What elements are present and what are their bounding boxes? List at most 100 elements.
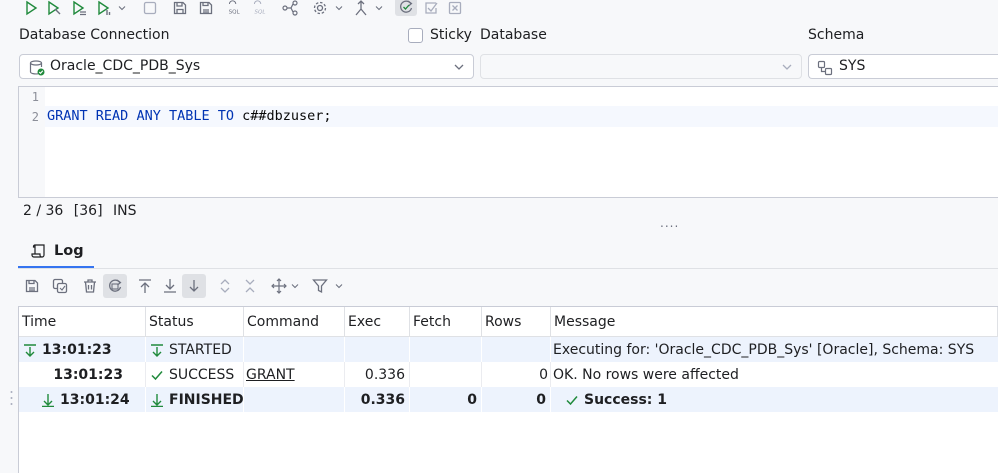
splitter-handle[interactable]: ....	[660, 216, 679, 230]
column-header-exec[interactable]: Exec	[345, 307, 410, 337]
cell-fetch	[410, 337, 482, 362]
scroll-bottom-icon[interactable]	[161, 277, 179, 295]
execute-script-icon[interactable]	[70, 0, 88, 16]
save-log-icon[interactable]	[23, 277, 41, 295]
drag-handle-icon[interactable]	[10, 390, 13, 406]
keyword-table: TABLE	[168, 108, 210, 124]
arrow-down-icon	[24, 343, 36, 357]
cell-message: OK. No rows were affected	[553, 366, 739, 383]
copy-log-icon[interactable]	[51, 277, 69, 295]
sql-code-line[interactable]: GRANT READ ANY TABLE TO c##dbzuser;	[47, 108, 332, 124]
execute-icon[interactable]	[22, 0, 40, 16]
cell-message: Success: 1	[551, 387, 998, 412]
checkmark-icon	[566, 395, 578, 405]
execute-cursor-icon[interactable]	[45, 0, 63, 16]
cell-command[interactable]: GRANT	[244, 362, 345, 387]
execute-plan-icon[interactable]	[95, 0, 113, 16]
column-header-rows[interactable]: Rows	[482, 307, 551, 337]
editor-statusbar: 2 / 36 [36] INS	[23, 203, 143, 219]
keyword-any: ANY	[136, 108, 161, 124]
cell-exec: 0.336	[345, 362, 410, 387]
cell-rows: 0	[482, 387, 551, 412]
arrow-down-icon	[151, 343, 163, 357]
tab-log-label: Log	[54, 243, 84, 259]
keyword-to: TO	[217, 108, 235, 124]
text-length: [36]	[73, 203, 103, 219]
move-icon[interactable]	[270, 277, 288, 295]
plan-icon[interactable]	[281, 0, 299, 16]
tab-divider	[18, 268, 998, 269]
line-number: 1	[31, 90, 39, 104]
column-header-fetch[interactable]: Fetch	[410, 307, 482, 337]
commit-icon[interactable]	[422, 0, 440, 16]
cell-fetch	[410, 362, 482, 387]
clear-log-icon[interactable]	[81, 277, 99, 295]
table-row[interactable]: 13:01:23 SUCCESS GRANT 0.336 0 OK. No ro…	[19, 362, 998, 387]
cell-time: 13:01:24	[19, 387, 146, 412]
command-link[interactable]: GRANT	[246, 367, 295, 383]
cell-status: FINISHED	[146, 387, 244, 412]
database-icon	[29, 60, 45, 76]
branch-icon[interactable]	[352, 0, 370, 16]
column-header-message[interactable]: Message	[551, 307, 998, 337]
cell-exec	[345, 337, 410, 362]
log-table: Time Status Command Exec Fetch Rows Mess…	[18, 306, 998, 473]
chevron-down-icon[interactable]	[333, 277, 345, 295]
database-connection-select[interactable]: Oracle_CDC_PDB_Sys	[19, 54, 474, 79]
column-header-command[interactable]: Command	[244, 307, 345, 337]
save-icon[interactable]	[171, 0, 189, 16]
cell-time: 13:01:23	[19, 362, 146, 387]
stop-icon[interactable]	[141, 0, 159, 16]
cursor-position: 2 / 36	[23, 203, 64, 219]
sql-format-icon[interactable]: SQL	[225, 0, 245, 16]
database-connection-label: Database Connection	[19, 27, 170, 43]
chevron-down-icon[interactable]	[289, 277, 301, 295]
keyword-grant: GRANT	[47, 108, 88, 124]
code-username: c##dbzuser;	[242, 108, 332, 124]
save-as-icon[interactable]	[197, 0, 215, 16]
autoscroll-icon[interactable]	[182, 274, 206, 298]
chevron-down-icon	[454, 64, 464, 70]
database-connection-value: Oracle_CDC_PDB_Sys	[50, 58, 201, 74]
insert-mode: INS	[113, 203, 137, 219]
collapse-icon[interactable]	[241, 277, 259, 295]
editor-toolbar: SQL SQL	[0, 0, 998, 18]
sql-editor[interactable]: 1 2 GRANT READ ANY TABLE TO c##dbzuser;	[18, 86, 998, 198]
scroll-top-icon[interactable]	[136, 277, 154, 295]
chevron-down-icon[interactable]	[116, 0, 128, 16]
line-number: 2	[31, 110, 39, 124]
expand-icon[interactable]	[216, 277, 234, 295]
column-header-time[interactable]: Time	[19, 307, 146, 337]
scroll-log-icon	[31, 244, 45, 258]
cell-exec: 0.336	[345, 387, 410, 412]
sticky-checkbox[interactable]	[408, 28, 423, 43]
database-select[interactable]	[480, 54, 802, 79]
filter-icon[interactable]	[311, 277, 329, 295]
cell-status: SUCCESS	[146, 362, 244, 387]
schema-icon	[817, 60, 833, 76]
keyword-read: READ	[95, 108, 129, 124]
settings-icon[interactable]	[311, 0, 329, 16]
cell-rows	[482, 337, 551, 362]
cell-command	[244, 387, 345, 412]
rollback-icon[interactable]	[446, 0, 464, 16]
database-label: Database	[480, 27, 547, 43]
chevron-down-icon[interactable]	[333, 0, 345, 16]
cell-time: 13:01:23	[19, 337, 146, 362]
chevron-down-icon	[782, 64, 792, 70]
schema-select[interactable]: SYS	[808, 54, 998, 79]
table-row[interactable]: 13:01:24 FINISHED 0.336 0 0 Success: 1	[19, 387, 998, 412]
sql-unformat-icon[interactable]: SQL	[250, 0, 270, 16]
history-icon[interactable]	[395, 0, 417, 16]
tab-log[interactable]: Log	[18, 236, 94, 269]
schema-label: Schema	[808, 27, 865, 43]
arrow-down-icon	[151, 393, 163, 407]
editor-gutter: 1 2	[19, 87, 45, 197]
history-log-icon[interactable]	[103, 274, 127, 298]
svg-text:SQL: SQL	[254, 10, 265, 16]
checkmark-icon	[151, 370, 163, 380]
chevron-down-icon[interactable]	[373, 0, 385, 16]
svg-text:SQL: SQL	[229, 10, 241, 16]
column-header-status[interactable]: Status	[146, 307, 244, 337]
table-row[interactable]: 13:01:23 STARTED Executing for: 'Oracle_…	[19, 337, 998, 362]
